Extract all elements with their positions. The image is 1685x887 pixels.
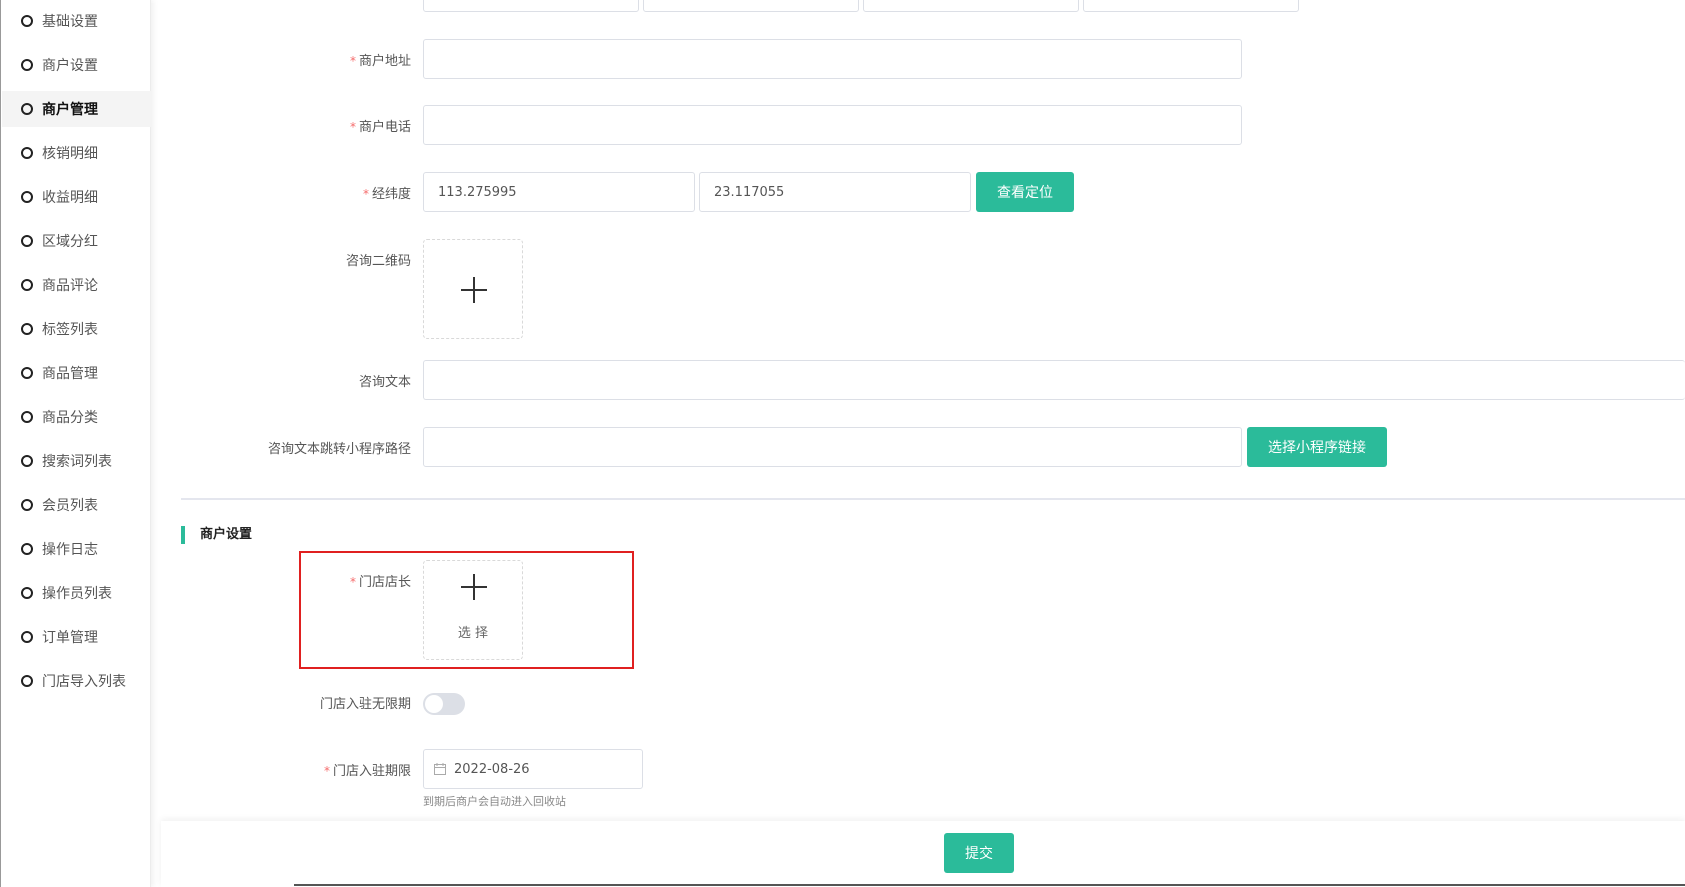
address-label-text: 商户地址 <box>358 54 411 69</box>
store-manager-label-text: 门店店长 <box>358 575 411 590</box>
sidebar-item-writeoff-details[interactable]: 核销明细 <box>2 135 151 171</box>
sidebar-item-label: 核销明细 <box>42 146 98 162</box>
sidebar-item-operation-log[interactable]: 操作日志 <box>2 531 151 567</box>
plus-icon <box>461 277 487 303</box>
sidebar-item-label: 门店导入列表 <box>42 674 126 690</box>
sidebar-item-operator-list[interactable]: 操作员列表 <box>2 575 151 611</box>
required-mark: * <box>349 575 356 589</box>
bottom-divider <box>294 884 1685 886</box>
sidebar-item-product-management[interactable]: 商品管理 <box>2 355 151 391</box>
phone-input[interactable] <box>423 105 1242 145</box>
circle-icon <box>21 191 33 203</box>
expiry-date-picker[interactable]: 2022-08-26 <box>423 749 643 789</box>
calendar-icon <box>434 763 446 775</box>
unlimited-label: 门店入驻无限期 <box>319 697 411 712</box>
submit-button[interactable]: 提交 <box>944 833 1014 873</box>
required-mark: * <box>362 187 369 201</box>
sidebar-item-label: 标签列表 <box>42 322 98 338</box>
top-field-2[interactable] <box>643 0 859 12</box>
address-label: * 商户地址 <box>350 50 411 69</box>
circle-icon <box>21 147 33 159</box>
qrcode-label: 咨询二维码 <box>345 254 411 269</box>
sidebar-item-label: 商户管理 <box>42 102 98 118</box>
sidebar-item-label: 操作日志 <box>42 542 98 558</box>
sidebar-item-product-reviews[interactable]: 商品评论 <box>2 267 151 303</box>
circle-icon <box>21 59 33 71</box>
sidebar-item-label: 搜索词列表 <box>42 454 112 470</box>
unlimited-toggle[interactable] <box>423 693 465 715</box>
sidebar-item-label: 会员列表 <box>42 498 98 514</box>
circle-icon <box>21 323 33 335</box>
latitude-input[interactable]: 23.117055 <box>699 172 971 212</box>
sidebar-item-label: 订单管理 <box>42 630 98 646</box>
circle-icon <box>21 587 33 599</box>
sidebar-item-tag-list[interactable]: 标签列表 <box>2 311 151 347</box>
circle-icon <box>21 367 33 379</box>
store-manager-label: * 门店店长 <box>350 571 411 590</box>
expiry-date-value: 2022-08-26 <box>454 761 530 777</box>
sidebar-item-merchant-management[interactable]: 商户管理 <box>2 91 151 127</box>
sidebar-item-product-category[interactable]: 商品分类 <box>2 399 151 435</box>
circle-icon <box>21 499 33 511</box>
sidebar-item-member-list[interactable]: 会员列表 <box>2 487 151 523</box>
expiry-label: * 门店入驻期限 <box>324 760 411 779</box>
circle-icon <box>21 411 33 423</box>
view-location-button[interactable]: 查看定位 <box>976 172 1074 212</box>
select-label: 选 择 <box>457 626 489 641</box>
section-title: 商户设置 <box>181 526 252 544</box>
circle-icon <box>21 15 33 27</box>
required-mark: * <box>323 764 330 778</box>
expiry-label-text: 门店入驻期限 <box>332 764 411 779</box>
sidebar-item-label: 区域分红 <box>42 234 98 250</box>
longitude-input[interactable]: 113.275995 <box>423 172 695 212</box>
sidebar-item-income-details[interactable]: 收益明细 <box>2 179 151 215</box>
sidebar-item-label: 收益明细 <box>42 190 98 206</box>
circle-icon <box>21 103 33 115</box>
phone-label-text: 商户电话 <box>358 120 411 135</box>
top-field-4[interactable] <box>1083 0 1299 12</box>
top-field-3[interactable] <box>863 0 1079 12</box>
circle-icon <box>21 631 33 643</box>
select-miniprogram-link-button[interactable]: 选择小程序链接 <box>1247 427 1387 467</box>
lnglat-label: * 经纬度 <box>363 183 411 202</box>
store-manager-select[interactable]: 选 择 <box>423 560 523 660</box>
lnglat-label-text: 经纬度 <box>371 187 411 202</box>
sidebar-item-label: 商户设置 <box>42 58 98 74</box>
sidebar-item-order-management[interactable]: 订单管理 <box>2 619 151 655</box>
plus-icon <box>461 574 487 600</box>
toggle-knob <box>425 695 443 713</box>
section-divider <box>181 498 1685 500</box>
circle-icon <box>21 235 33 247</box>
required-mark: * <box>349 54 356 68</box>
sidebar-item-label: 基础设置 <box>42 14 98 30</box>
circle-icon <box>21 279 33 291</box>
address-input[interactable] <box>423 39 1242 79</box>
expiry-hint: 到期后商户会自动进入回收站 <box>423 795 566 808</box>
sidebar-item-store-import[interactable]: 门店导入列表 <box>2 663 151 699</box>
circle-icon <box>21 455 33 467</box>
phone-label: * 商户电话 <box>350 116 411 135</box>
circle-icon <box>21 543 33 555</box>
consult-path-label: 咨询文本跳转小程序路径 <box>267 442 411 457</box>
sidebar-item-merchant-settings[interactable]: 商户设置 <box>2 47 151 83</box>
sidebar-item-search-terms[interactable]: 搜索词列表 <box>2 443 151 479</box>
sidebar: 基础设置 商户设置 商户管理 核销明细 收益明细 区域分红 商品评论 标签列表 … <box>0 0 151 887</box>
required-mark: * <box>349 120 356 134</box>
top-field-1[interactable] <box>423 0 639 12</box>
sidebar-item-label: 操作员列表 <box>42 586 112 602</box>
sidebar-item-label: 商品分类 <box>42 410 98 426</box>
form-footer: 提交 <box>161 821 1685 887</box>
sidebar-item-basic-settings[interactable]: 基础设置 <box>2 3 151 39</box>
consult-path-input[interactable] <box>423 427 1242 467</box>
consult-text-input[interactable] <box>423 360 1685 400</box>
sidebar-item-label: 商品管理 <box>42 366 98 382</box>
qrcode-upload[interactable] <box>423 239 523 339</box>
consult-text-label: 咨询文本 <box>358 375 411 390</box>
circle-icon <box>21 675 33 687</box>
sidebar-item-label: 商品评论 <box>42 278 98 294</box>
sidebar-item-regional-dividend[interactable]: 区域分红 <box>2 223 151 259</box>
